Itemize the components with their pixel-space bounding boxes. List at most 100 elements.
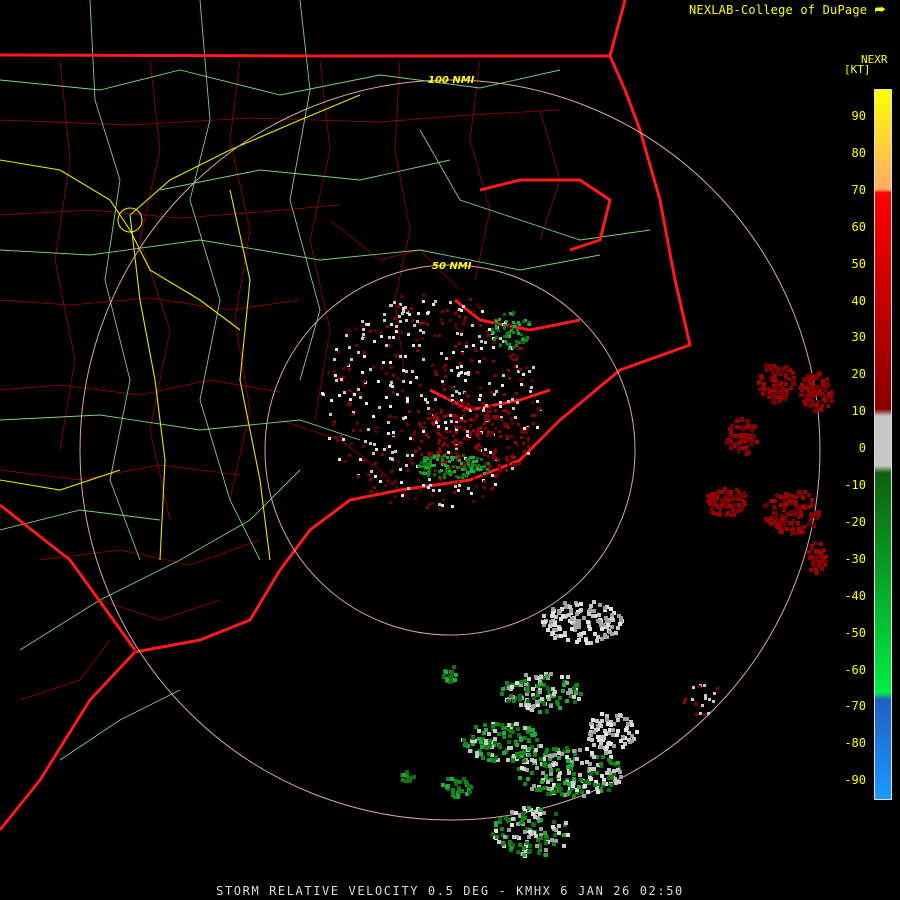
echo-pixel	[809, 373, 813, 377]
echo-pixel	[551, 607, 555, 611]
echo-pixel	[372, 365, 375, 368]
echo-pixel	[422, 358, 425, 361]
echo-pixel	[797, 490, 801, 494]
echo-pixel	[490, 391, 493, 394]
echo-pixel	[817, 510, 821, 514]
echo-pixel	[456, 453, 459, 456]
echo-pixel	[462, 414, 465, 417]
echo-pixel	[572, 777, 576, 781]
echo-pixel	[419, 329, 422, 332]
echo-pixel	[487, 732, 491, 736]
echo-pixel	[602, 736, 606, 740]
echo-pixel	[750, 438, 754, 442]
echo-pixel	[526, 777, 530, 781]
echo-pixel	[500, 692, 504, 696]
echo-pixel	[413, 430, 416, 433]
echo-pixel	[457, 441, 460, 444]
echo-pixel	[589, 772, 593, 776]
echo-pixel	[830, 399, 834, 403]
echo-pixel	[498, 318, 501, 321]
echo-pixel	[610, 625, 614, 629]
echo-pixel	[442, 498, 445, 501]
echo-pixel	[419, 384, 422, 387]
echo-pixel	[535, 766, 539, 770]
echo-pixel	[552, 842, 556, 846]
echo-pixel	[515, 681, 519, 685]
echo-pixel	[775, 520, 779, 524]
echo-pixel	[357, 351, 360, 354]
echo-pixel	[809, 568, 813, 572]
echo-pixel	[491, 724, 495, 728]
echo-pixel	[497, 466, 500, 469]
echo-pixel	[816, 392, 820, 396]
echo-pixel	[499, 401, 502, 404]
echo-pixel	[523, 782, 527, 786]
echo-pixel	[784, 382, 788, 386]
echo-pixel	[431, 502, 434, 505]
echo-pixel	[408, 410, 411, 413]
echo-pixel	[811, 559, 815, 563]
echo-pixel	[586, 790, 590, 794]
echo-pixel	[792, 382, 796, 386]
echo-pixel	[458, 484, 461, 487]
echo-pixel	[457, 405, 460, 408]
echo-pixel	[373, 340, 376, 343]
echo-pixel	[489, 488, 492, 491]
echo-pixel	[554, 812, 558, 816]
echo-pixel	[380, 474, 383, 477]
echo-pixel	[507, 746, 511, 750]
range-rings	[79, 79, 821, 821]
echo-pixel	[807, 397, 811, 401]
echo-pixel	[773, 374, 777, 378]
echo-pixel	[434, 398, 437, 401]
echo-pixel	[561, 614, 565, 618]
echo-pixel	[328, 437, 331, 440]
echo-pixel	[557, 824, 561, 828]
echo-pixel	[340, 378, 343, 381]
echo-pixel	[522, 853, 526, 857]
echo-pixel	[438, 508, 441, 511]
echo-pixel	[765, 503, 769, 507]
echo-pixel	[534, 810, 538, 814]
echo-pixel	[389, 304, 392, 307]
echo-pixel	[730, 498, 734, 502]
echo-pixel	[555, 700, 559, 704]
echo-pixel	[355, 327, 358, 330]
echo-pixel	[511, 730, 515, 734]
echo-pixel	[380, 367, 383, 370]
echo-pixel	[369, 442, 372, 445]
echo-pixel	[557, 783, 561, 787]
velocity-echoes	[321, 293, 834, 858]
echo-pixel	[423, 421, 426, 424]
echo-pixel	[801, 496, 805, 500]
echo-pixel	[525, 687, 529, 691]
echo-pixel	[503, 327, 506, 330]
echo-pixel	[523, 427, 526, 430]
echo-pixel	[582, 631, 586, 635]
echo-pixel	[821, 381, 825, 385]
echo-pixel	[426, 506, 429, 509]
echo-pixel	[508, 412, 511, 415]
echo-pixel	[345, 334, 348, 337]
echo-pixel	[417, 312, 420, 315]
echo-pixel	[374, 462, 377, 465]
echo-pixel	[780, 517, 784, 521]
echo-pixel	[554, 747, 558, 751]
echo-pixel	[472, 500, 475, 503]
echo-pixel	[412, 438, 415, 441]
echo-pixel	[452, 434, 455, 437]
echo-pixel	[549, 772, 553, 776]
echo-pixel	[569, 767, 573, 771]
velocity-scale-tick: -50	[844, 625, 866, 640]
echo-pixel	[549, 620, 553, 624]
echo-pixel	[349, 402, 352, 405]
echo-pixel	[527, 819, 531, 823]
echo-pixel	[497, 329, 500, 332]
echo-pixel	[738, 508, 742, 512]
secondary-roads	[0, 0, 651, 761]
echo-pixel	[505, 434, 508, 437]
echo-pixel	[545, 674, 549, 678]
echo-pixel	[361, 337, 364, 340]
echo-pixel	[348, 346, 351, 349]
echo-pixel	[478, 335, 481, 338]
